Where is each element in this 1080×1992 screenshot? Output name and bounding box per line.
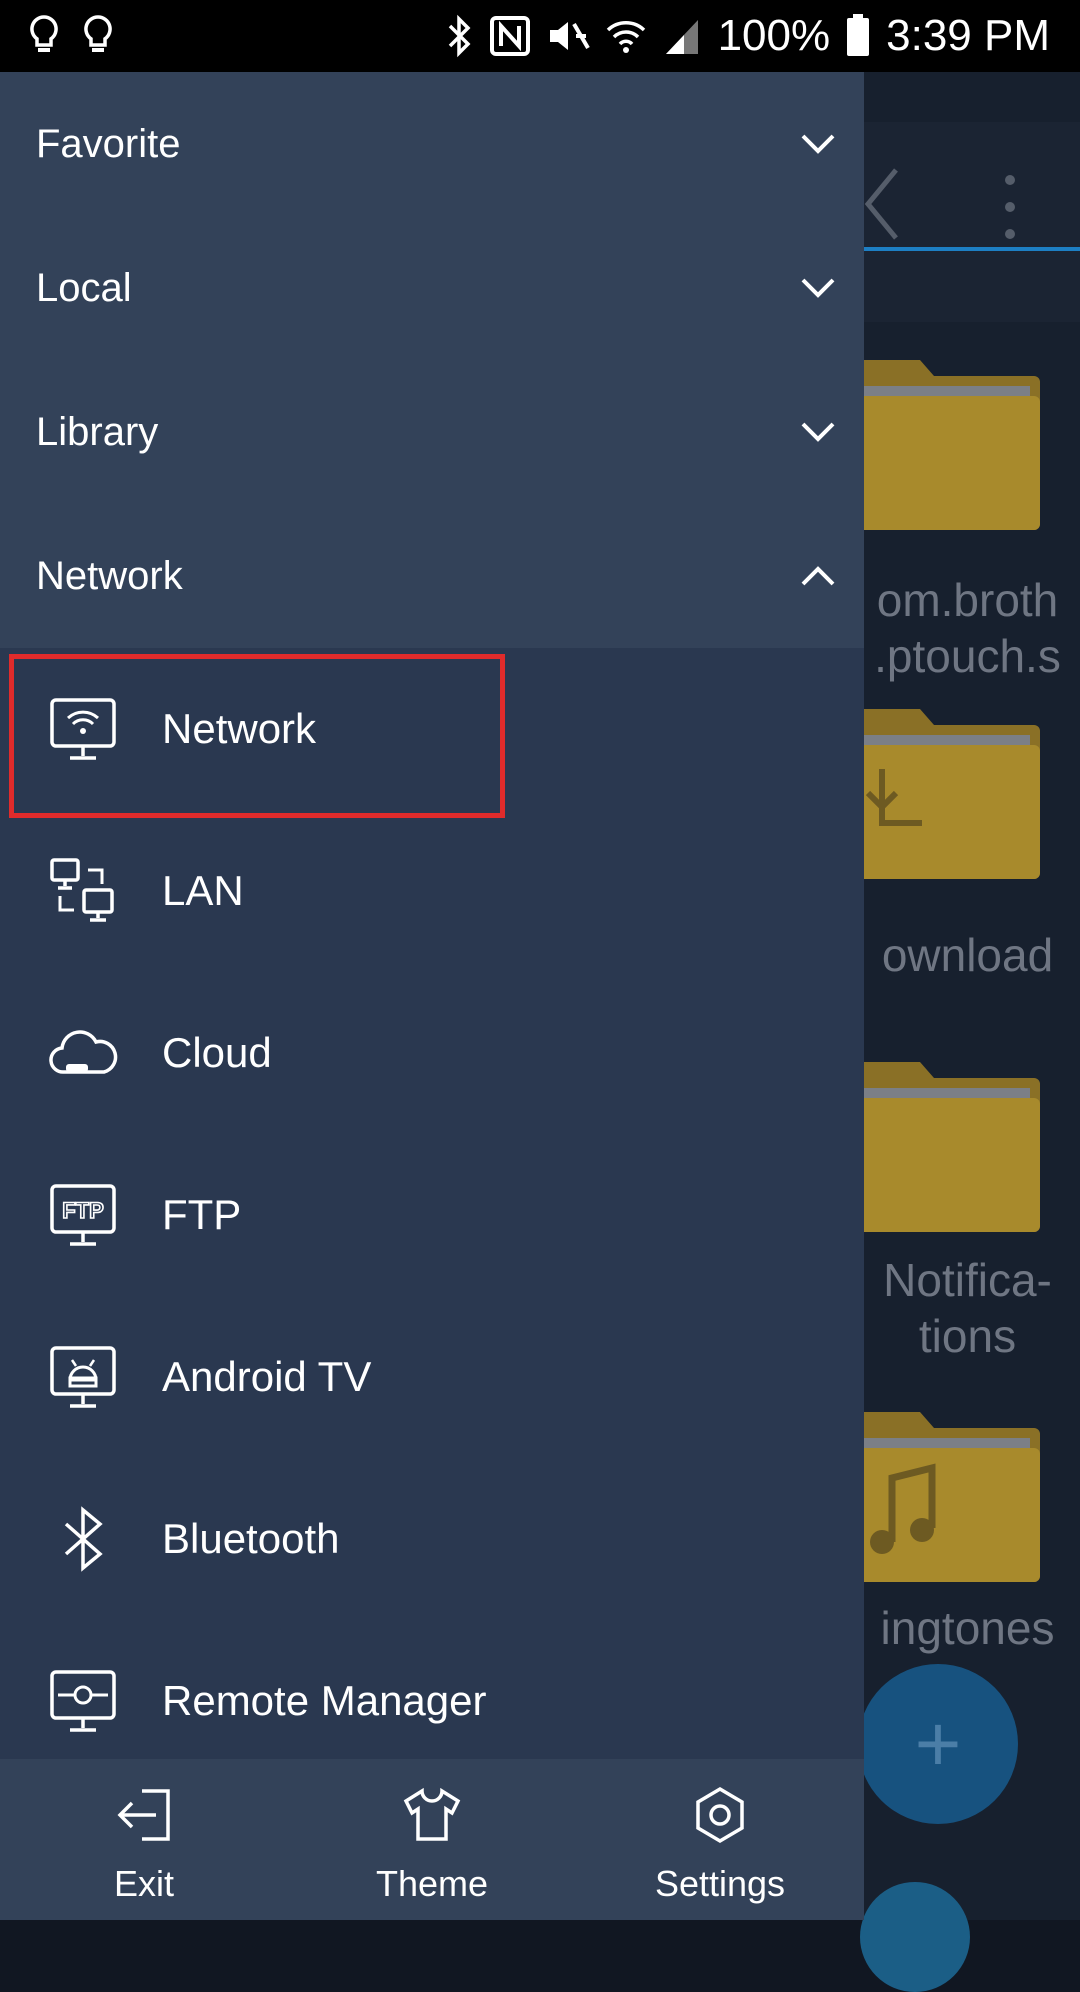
telegram-folder-icon [860, 1882, 970, 1992]
nav-label: Bluetooth [162, 1515, 340, 1562]
chevron-down-icon [801, 422, 835, 442]
ftp-icon: FTP [50, 1184, 116, 1246]
bluetooth-icon [64, 1506, 103, 1572]
nav-item-network[interactable]: Network [0, 648, 864, 810]
bluetooth-status-icon [444, 14, 474, 58]
settings-label: Settings [654, 1863, 786, 1904]
battery-icon [846, 14, 870, 58]
section-favorite[interactable]: Favorite [0, 72, 864, 216]
chevron-down-icon [801, 134, 835, 154]
remote-manager-icon [50, 1670, 116, 1732]
clock: 3:39 PM [886, 11, 1050, 60]
nav-item-lan[interactable]: LAN [0, 810, 864, 972]
lightbulb-icon [28, 14, 60, 58]
folder-label: Notifica- tions [883, 1254, 1052, 1362]
drawer-bottom-bar: Exit Theme Settings [0, 1759, 864, 1920]
nav-label: LAN [162, 867, 244, 914]
back-arrow-icon [862, 164, 902, 249]
nav-label: FTP [162, 1191, 242, 1238]
exit-button[interactable]: Exit [0, 1759, 288, 1920]
nav-label: Remote Manager [162, 1677, 487, 1724]
android-tv-icon [50, 1346, 116, 1408]
theme-button[interactable]: Theme [288, 1759, 576, 1920]
battery-percent: 100% [717, 11, 831, 60]
gear-icon [696, 1786, 744, 1844]
section-title: Network [36, 553, 183, 598]
nfc-icon [489, 16, 530, 56]
section-library[interactable]: Library [0, 360, 864, 504]
wifi-icon [606, 16, 646, 56]
nav-item-cloud[interactable]: Cloud [0, 972, 864, 1134]
status-bar: 100% 3:39 PM [0, 0, 1080, 72]
nav-item-android-tv[interactable]: Android TV [0, 1296, 864, 1458]
cloud-icon [49, 1030, 118, 1074]
chevron-down-icon [801, 278, 835, 298]
nav-item-ftp[interactable]: FTP FTP [0, 1134, 864, 1296]
lightbulb-icon [82, 14, 114, 58]
more-vert-icon [1000, 172, 1020, 247]
section-title: Library [36, 409, 159, 454]
folder-label: om.broth .ptouch.s [874, 574, 1061, 682]
chevron-up-icon [801, 566, 835, 586]
nav-item-bluetooth[interactable]: Bluetooth [0, 1458, 864, 1620]
section-title: Local [36, 265, 132, 310]
tshirt-icon [403, 1787, 461, 1841]
nav-label: Network [162, 705, 317, 752]
section-network[interactable]: Network [0, 504, 864, 648]
svg-text:FTP: FTP [62, 1198, 104, 1223]
add-fab-button: + [858, 1664, 1018, 1824]
nav-item-remote-manager[interactable]: Remote Manager [0, 1620, 864, 1782]
navigation-drawer: Favorite Local Library Network Network L… [0, 72, 864, 1920]
nav-label: Cloud [162, 1029, 272, 1076]
lan-icon [50, 858, 114, 922]
folder-icon [844, 1062, 1040, 1232]
exit-icon [117, 1789, 170, 1841]
cellular-signal-icon [662, 16, 702, 56]
folder-ringtones-icon [844, 1412, 1040, 1582]
mute-icon [546, 16, 590, 56]
folder-label: ownload [881, 929, 1054, 981]
settings-button[interactable]: Settings [576, 1759, 864, 1920]
section-local[interactable]: Local [0, 216, 864, 360]
theme-label: Theme [375, 1863, 489, 1904]
folder-label: ingtones [880, 1602, 1055, 1654]
plus-icon: + [914, 1699, 962, 1788]
nav-label: Android TV [162, 1353, 372, 1400]
folder-icon [844, 360, 1040, 530]
section-title: Favorite [36, 121, 181, 166]
exit-label: Exit [113, 1863, 174, 1904]
folder-download-icon [844, 709, 1040, 879]
network-wifi-monitor-icon [50, 698, 116, 760]
